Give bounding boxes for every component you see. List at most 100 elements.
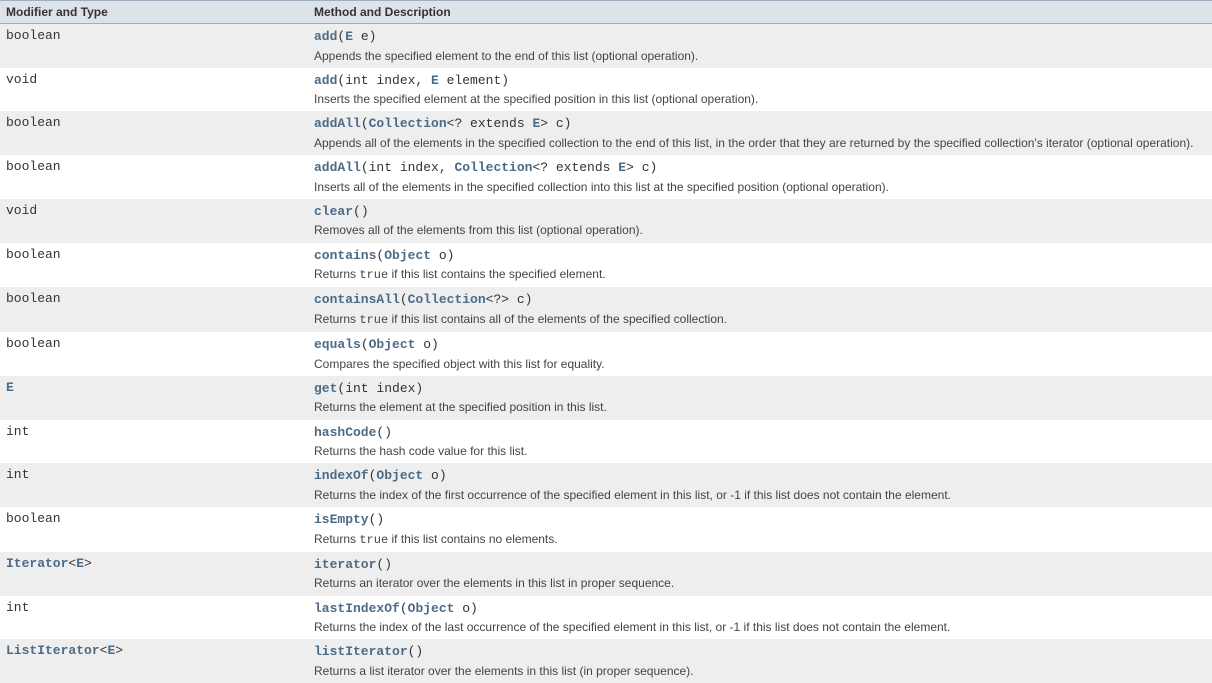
method-signature: iterator() bbox=[314, 556, 1206, 574]
type-link[interactable]: Object bbox=[384, 248, 431, 263]
cell-modifier: boolean bbox=[0, 24, 308, 68]
method-summary-table: Modifier and Type Method and Description… bbox=[0, 0, 1212, 683]
cell-method: addAll(int index, Collection<? extends E… bbox=[308, 155, 1212, 199]
cell-method: add(E e)Appends the specified element to… bbox=[308, 24, 1212, 68]
type-link[interactable]: E bbox=[107, 643, 115, 658]
code-literal: true bbox=[359, 533, 388, 547]
method-link[interactable]: add bbox=[314, 73, 337, 88]
type-link[interactable]: Object bbox=[376, 468, 423, 483]
method-signature: clear() bbox=[314, 203, 1206, 221]
table-row: booleanadd(E e)Appends the specified ele… bbox=[0, 24, 1212, 68]
type-link[interactable]: ListIterator bbox=[6, 643, 100, 658]
method-signature: isEmpty() bbox=[314, 511, 1206, 529]
method-link[interactable]: containsAll bbox=[314, 292, 400, 307]
method-description: Removes all of the elements from this li… bbox=[314, 220, 1206, 238]
cell-method: iterator()Returns an iterator over the e… bbox=[308, 552, 1212, 596]
type-link[interactable]: Object bbox=[408, 601, 455, 616]
method-description: Returns true if this list contains all o… bbox=[314, 309, 1206, 328]
cell-modifier: boolean bbox=[0, 243, 308, 288]
cell-modifier: int bbox=[0, 420, 308, 464]
table-row: booleanaddAll(Collection<? extends E> c)… bbox=[0, 111, 1212, 155]
method-description: Appends the specified element to the end… bbox=[314, 46, 1206, 64]
method-link[interactable]: equals bbox=[314, 337, 361, 352]
method-description: Compares the specified object with this … bbox=[314, 354, 1206, 372]
method-signature: hashCode() bbox=[314, 424, 1206, 442]
method-description: Returns the element at the specified pos… bbox=[314, 397, 1206, 415]
method-signature: get(int index) bbox=[314, 380, 1206, 398]
code-literal: true bbox=[359, 313, 388, 327]
table-row: Eget(int index)Returns the element at th… bbox=[0, 376, 1212, 420]
cell-method: listIterator()Returns a list iterator ov… bbox=[308, 639, 1212, 683]
method-signature: addAll(Collection<? extends E> c) bbox=[314, 115, 1206, 133]
type-link[interactable]: E bbox=[431, 73, 439, 88]
method-link[interactable]: contains bbox=[314, 248, 376, 263]
method-link[interactable]: indexOf bbox=[314, 468, 369, 483]
type-link[interactable]: Collection bbox=[408, 292, 486, 307]
method-link[interactable]: listIterator bbox=[314, 644, 408, 659]
table-row: booleanequals(Object o)Compares the spec… bbox=[0, 332, 1212, 376]
cell-method: containsAll(Collection<?> c)Returns true… bbox=[308, 287, 1212, 332]
type-link[interactable]: E bbox=[6, 380, 14, 395]
cell-modifier: void bbox=[0, 68, 308, 112]
method-description: Returns true if this list contains the s… bbox=[314, 264, 1206, 283]
method-link[interactable]: addAll bbox=[314, 160, 361, 175]
type-link[interactable]: Collection bbox=[454, 160, 532, 175]
method-description: Returns the index of the first occurrenc… bbox=[314, 485, 1206, 503]
method-signature: indexOf(Object o) bbox=[314, 467, 1206, 485]
table-row: inthashCode()Returns the hash code value… bbox=[0, 420, 1212, 464]
type-link[interactable]: E bbox=[618, 160, 626, 175]
method-link[interactable]: get bbox=[314, 381, 337, 396]
method-signature: contains(Object o) bbox=[314, 247, 1206, 265]
column-header-method: Method and Description bbox=[308, 1, 1212, 24]
table-row: booleanaddAll(int index, Collection<? ex… bbox=[0, 155, 1212, 199]
method-description: Inserts the specified element at the spe… bbox=[314, 89, 1206, 107]
table-row: intindexOf(Object o)Returns the index of… bbox=[0, 463, 1212, 507]
type-link[interactable]: Collection bbox=[369, 116, 447, 131]
cell-method: indexOf(Object o)Returns the index of th… bbox=[308, 463, 1212, 507]
method-description: Returns true if this list contains no el… bbox=[314, 529, 1206, 548]
method-link[interactable]: addAll bbox=[314, 116, 361, 131]
cell-modifier: E bbox=[0, 376, 308, 420]
method-link[interactable]: isEmpty bbox=[314, 512, 369, 527]
method-link[interactable]: lastIndexOf bbox=[314, 601, 400, 616]
cell-modifier: int bbox=[0, 596, 308, 640]
method-link[interactable]: iterator bbox=[314, 557, 376, 572]
code-literal: true bbox=[359, 268, 388, 282]
table-row: voidclear()Removes all of the elements f… bbox=[0, 199, 1212, 243]
type-link[interactable]: E bbox=[532, 116, 540, 131]
cell-modifier: int bbox=[0, 463, 308, 507]
cell-modifier: boolean bbox=[0, 155, 308, 199]
cell-method: contains(Object o)Returns true if this l… bbox=[308, 243, 1212, 288]
table-row: booleancontains(Object o)Returns true if… bbox=[0, 243, 1212, 288]
type-link[interactable]: Object bbox=[369, 337, 416, 352]
method-description: Inserts all of the elements in the speci… bbox=[314, 177, 1206, 195]
method-link[interactable]: clear bbox=[314, 204, 353, 219]
method-signature: listIterator() bbox=[314, 643, 1206, 661]
cell-method: hashCode()Returns the hash code value fo… bbox=[308, 420, 1212, 464]
cell-modifier: boolean bbox=[0, 507, 308, 552]
cell-method: get(int index)Returns the element at the… bbox=[308, 376, 1212, 420]
method-link[interactable]: add bbox=[314, 29, 337, 44]
cell-method: addAll(Collection<? extends E> c)Appends… bbox=[308, 111, 1212, 155]
cell-modifier: boolean bbox=[0, 332, 308, 376]
type-link[interactable]: Iterator bbox=[6, 556, 68, 571]
cell-modifier: Iterator<E> bbox=[0, 552, 308, 596]
column-header-modifier: Modifier and Type bbox=[0, 1, 308, 24]
method-description: Returns an iterator over the elements in… bbox=[314, 573, 1206, 591]
method-rows: booleanadd(E e)Appends the specified ele… bbox=[0, 24, 1212, 683]
method-signature: containsAll(Collection<?> c) bbox=[314, 291, 1206, 309]
table-row: Iterator<E>iterator()Returns an iterator… bbox=[0, 552, 1212, 596]
method-signature: lastIndexOf(Object o) bbox=[314, 600, 1206, 618]
type-link[interactable]: E bbox=[345, 29, 353, 44]
method-description: Appends all of the elements in the speci… bbox=[314, 133, 1206, 151]
cell-method: isEmpty()Returns true if this list conta… bbox=[308, 507, 1212, 552]
cell-method: equals(Object o)Compares the specified o… bbox=[308, 332, 1212, 376]
table-row: ListIterator<E>listIterator()Returns a l… bbox=[0, 639, 1212, 683]
cell-modifier: ListIterator<E> bbox=[0, 639, 308, 683]
table-row: voidadd(int index, E element)Inserts the… bbox=[0, 68, 1212, 112]
type-link[interactable]: E bbox=[76, 556, 84, 571]
method-link[interactable]: hashCode bbox=[314, 425, 376, 440]
method-description: Returns the index of the last occurrence… bbox=[314, 617, 1206, 635]
cell-method: lastIndexOf(Object o)Returns the index o… bbox=[308, 596, 1212, 640]
method-description: Returns a list iterator over the element… bbox=[314, 661, 1206, 679]
